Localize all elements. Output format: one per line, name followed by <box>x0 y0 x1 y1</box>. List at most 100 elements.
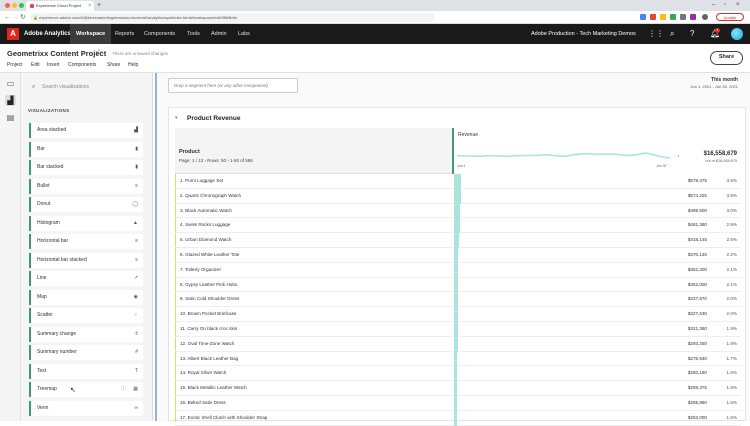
table-row[interactable]: 4. Swiss Rocks Luggage $481,380 2.9% <box>175 218 741 234</box>
info-icon[interactable]: ⓘ <box>121 382 126 397</box>
table-row[interactable]: 6. Glazed White Leather Tote $370,146 2.2% <box>175 248 741 263</box>
nav-tools[interactable]: Tools <box>187 24 200 44</box>
row-product-name[interactable]: 7. Toiletry Organizer <box>180 263 221 278</box>
menu-share[interactable]: Share <box>107 62 120 68</box>
row-product-name[interactable]: 17. Exotic Shell Clutch with Shoulder St… <box>180 411 267 426</box>
row-product-name[interactable]: 12. Oval Time-Zone Watch <box>180 337 234 352</box>
row-product-name[interactable]: 9. Satin Cold Shoulder Dress <box>180 292 239 307</box>
row-product-name[interactable]: 3. Black Automatic Watch <box>180 204 232 219</box>
table-row[interactable]: 8. Gypsy Leather Pink Hobo $352,000 2.1% <box>175 277 741 293</box>
close-window-dot[interactable] <box>5 3 10 8</box>
row-product-name[interactable]: 16. Belted Satin Dress <box>180 396 226 411</box>
project-title[interactable]: Geometrixx Content Project <box>7 49 106 58</box>
visualizations-icon[interactable]: ▟ <box>5 95 16 106</box>
extension-icon-4[interactable] <box>670 14 676 20</box>
row-product-name[interactable]: 5. Urban Diamond Watch <box>180 233 231 248</box>
sort-descending-icon[interactable]: ↓ <box>677 153 680 159</box>
table-row[interactable]: 9. Satin Cold Shoulder Dress $337,870 2.0% <box>175 292 741 308</box>
apps-grid-icon[interactable]: ⋮⋮ <box>648 24 664 44</box>
vis-item-summary-number[interactable]: Summary number # <box>29 345 143 360</box>
adobe-logo-icon[interactable]: A <box>7 28 19 40</box>
window-close-icon[interactable]: × <box>736 0 740 11</box>
back-icon[interactable]: ← <box>4 12 11 23</box>
vis-item-bar[interactable]: Bar ▮ <box>29 141 143 157</box>
row-product-name[interactable]: 15. Black Metallic Leather Watch <box>180 381 247 396</box>
table-row[interactable]: 15. Black Metallic Leather Watch $259,375… <box>175 381 741 396</box>
profile-icon[interactable] <box>702 14 708 20</box>
vis-item-treemap[interactable]: Treemap ⓘ ▦ <box>29 382 143 397</box>
table-row[interactable]: 5. Urban Diamond Watch $418,145 2.5% <box>175 233 741 248</box>
menu-project[interactable]: Project <box>7 62 23 68</box>
extension-icon-6[interactable] <box>690 14 696 20</box>
table-row[interactable]: 12. Oval Time-Zone Watch $293,250 1.8% <box>175 336 741 352</box>
metric-column-header[interactable]: Revenue Jun 1 Jun 30 ↓ $16,558,679 out o… <box>452 128 741 174</box>
menu-components[interactable]: Components <box>68 62 96 68</box>
reload-icon[interactable]: ↻ <box>20 12 26 23</box>
extension-icon-2[interactable] <box>650 14 656 20</box>
vis-item-bullet[interactable]: Bullet ≡ <box>29 178 143 194</box>
browser-tab[interactable]: Experience Cloud Project × <box>26 1 94 11</box>
vis-item-bar-stacked[interactable]: Bar stacked ▮ <box>29 160 143 175</box>
minimize-window-dot[interactable] <box>12 3 17 8</box>
row-product-name[interactable]: 11. Carry On black croc skin <box>180 322 237 337</box>
table-row[interactable]: 14. Royal Silver Watch $260,190 1.6% <box>175 366 741 382</box>
vis-item-histogram[interactable]: Histogram ▲ <box>29 215 143 231</box>
vis-item-donut[interactable]: Donut ◯ <box>29 197 143 212</box>
vis-item-scatter[interactable]: Scatter ⁘ <box>29 308 143 323</box>
table-row[interactable]: 16. Belted Satin Dress $255,990 1.5% <box>175 396 741 411</box>
components-icon[interactable]: ▤ <box>5 112 16 123</box>
favorite-star-icon[interactable]: ☆ <box>95 47 103 58</box>
org-switcher[interactable]: Adobe Production - Tech Marketing Demos <box>531 24 636 44</box>
product-name[interactable]: Adobe Analytics <box>24 24 71 44</box>
help-icon[interactable]: ? <box>690 24 694 44</box>
table-row[interactable]: 3. Black Automatic Watch $499,500 3.0% <box>175 203 741 219</box>
table-row[interactable]: 1. Purni Luggage Set $579,375 3.5% <box>175 174 741 189</box>
extension-icon-1[interactable] <box>640 14 646 20</box>
vis-item-line[interactable]: Line ↗ <box>29 271 143 286</box>
panel-divider[interactable] <box>155 73 157 421</box>
search-visualizations-input[interactable]: ⌕ Search visualizations <box>31 81 147 93</box>
window-restore-icon[interactable]: ▫ <box>724 0 726 11</box>
nav-components[interactable]: Components <box>144 24 175 44</box>
row-product-name[interactable]: 1. Purni Luggage Set <box>180 174 223 189</box>
dimension-header[interactable]: Product <box>179 149 200 155</box>
row-product-name[interactable]: 2. Quartz Chronograph Watch <box>180 189 241 204</box>
new-tab-icon[interactable]: + <box>97 0 101 11</box>
vis-item-text[interactable]: Text T <box>29 363 143 379</box>
table-row[interactable]: 2. Quartz Chronograph Watch $574,225 3.5% <box>175 188 741 204</box>
pagination[interactable]: Page: 1 / 12 › Rows: 50 › 1-50 of 596 <box>179 158 253 163</box>
row-product-name[interactable]: 4. Swiss Rocks Luggage <box>180 218 230 233</box>
share-button[interactable]: Share <box>710 51 743 65</box>
nav-admin[interactable]: Admin <box>211 24 227 44</box>
collapse-icon[interactable]: ▾ <box>175 115 178 121</box>
search-icon[interactable]: ⌕ <box>670 24 674 44</box>
table-row[interactable]: 7. Toiletry Organizer $352,200 2.1% <box>175 262 741 278</box>
vis-item-area-stacked[interactable]: Area stacked ▟ <box>29 123 143 138</box>
close-tab-icon[interactable]: × <box>88 1 91 11</box>
vis-item-horizontal-bar[interactable]: Horizontal bar ≡ <box>29 234 143 249</box>
avatar[interactable] <box>731 28 743 40</box>
notifications-icon[interactable]: 🔔︎ <box>710 24 720 44</box>
url-field[interactable]: 🔒 experience.adobe.com/#/@techmarketingd… <box>30 13 435 22</box>
window-minimize-icon[interactable]: – <box>712 0 715 11</box>
row-product-name[interactable]: 10. Brown Pocket Briefcase <box>180 307 236 322</box>
row-product-name[interactable]: 8. Gypsy Leather Pink Hobo <box>180 278 237 293</box>
panels-icon[interactable]: ▭ <box>5 78 16 89</box>
row-product-name[interactable]: 13. Albert Black Leather Bag <box>180 352 238 367</box>
row-product-name[interactable]: 6. Glazed White Leather Tote <box>180 248 239 263</box>
date-range-picker[interactable]: This month Jun 1, 2021 - Jun 30, 2021 <box>690 77 738 89</box>
table-row[interactable]: 11. Carry On black croc skin $321,360 1.9% <box>175 322 741 337</box>
menu-insert[interactable]: Insert <box>47 62 60 68</box>
browser-update-button[interactable]: Update <box>716 13 744 21</box>
extension-icon-5[interactable] <box>680 14 686 20</box>
vis-item-horizontal-bar-stacked[interactable]: Horizontal bar stacked ≡ <box>29 252 143 268</box>
maximize-window-dot[interactable] <box>19 3 24 8</box>
table-row[interactable]: 10. Brown Pocket Briefcase $327,630 2.0% <box>175 307 741 322</box>
table-row[interactable]: 13. Albert Black Leather Bag $275,940 1.7% <box>175 351 741 367</box>
vis-item-summary-change[interactable]: Summary change ± <box>29 326 143 342</box>
nav-workspace[interactable]: Workspace <box>70 24 112 44</box>
forward-icon[interactable]: → <box>12 12 19 23</box>
menu-edit[interactable]: Edit <box>31 62 40 68</box>
vis-item-venn[interactable]: Venn ∞ <box>29 400 143 416</box>
extension-icon-3[interactable] <box>660 14 666 20</box>
